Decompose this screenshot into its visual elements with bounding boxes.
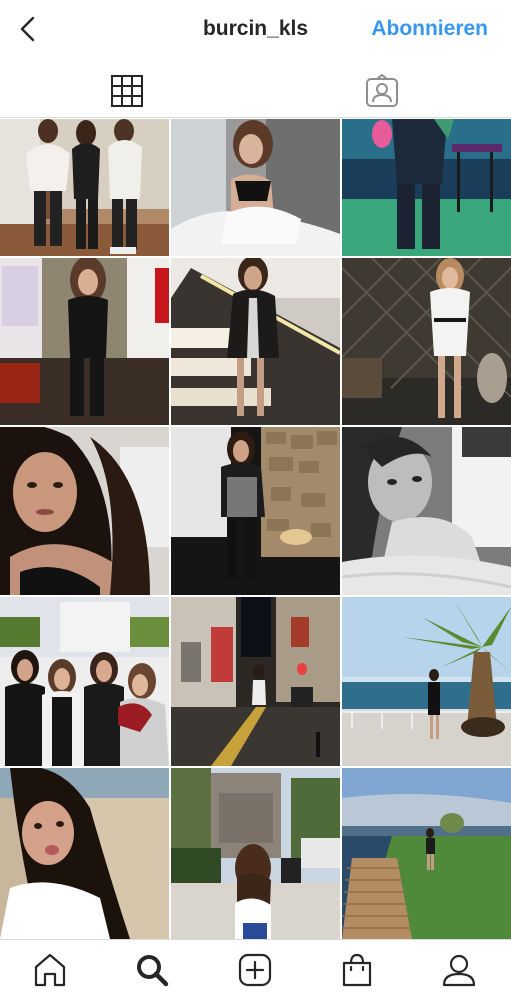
add-post-icon[interactable] xyxy=(237,952,273,988)
photo-grid xyxy=(0,119,511,939)
photo-thumbnail xyxy=(0,597,169,766)
photo-tile[interactable] xyxy=(171,258,340,425)
search-icon[interactable] xyxy=(134,952,170,988)
home-icon[interactable] xyxy=(32,952,68,988)
photo-thumbnail xyxy=(0,427,169,595)
photo-thumbnail xyxy=(171,427,340,595)
photo-tile[interactable] xyxy=(171,427,340,595)
photo-tile[interactable] xyxy=(0,427,169,595)
photo-tile[interactable] xyxy=(171,768,340,939)
photo-tile[interactable] xyxy=(342,427,511,595)
profile-header: burcin_kls Abonnieren xyxy=(0,0,511,60)
photo-tile[interactable] xyxy=(0,597,169,766)
photo-thumbnail xyxy=(171,597,340,766)
shop-bag-icon[interactable] xyxy=(339,952,375,988)
photo-thumbnail xyxy=(342,258,511,425)
photo-tile[interactable] xyxy=(342,258,511,425)
profile-tabs xyxy=(0,60,511,118)
photo-thumbnail xyxy=(0,119,169,256)
grid-icon[interactable] xyxy=(110,74,144,108)
photo-tile[interactable] xyxy=(0,768,169,939)
photo-tile[interactable] xyxy=(0,258,169,425)
photo-thumbnail xyxy=(171,768,340,939)
follow-button[interactable]: Abonnieren xyxy=(371,17,488,41)
photo-thumbnail xyxy=(342,119,511,256)
tagged-person-icon[interactable] xyxy=(365,74,399,108)
photo-tile[interactable] xyxy=(171,597,340,766)
photo-thumbnail xyxy=(342,597,511,766)
photo-thumbnail xyxy=(342,427,511,595)
photo-tile[interactable] xyxy=(342,597,511,766)
bottom-navigation xyxy=(0,939,511,1000)
photo-thumbnail xyxy=(0,768,169,939)
photo-tile[interactable] xyxy=(171,119,340,256)
photo-thumbnail xyxy=(171,119,340,256)
photo-thumbnail xyxy=(171,258,340,425)
photo-thumbnail xyxy=(0,258,169,425)
photo-tile[interactable] xyxy=(342,119,511,256)
photo-tile[interactable] xyxy=(0,119,169,256)
profile-icon[interactable] xyxy=(441,952,477,988)
photo-thumbnail xyxy=(342,768,511,939)
photo-tile[interactable] xyxy=(342,768,511,939)
back-arrow-icon[interactable] xyxy=(14,14,44,44)
